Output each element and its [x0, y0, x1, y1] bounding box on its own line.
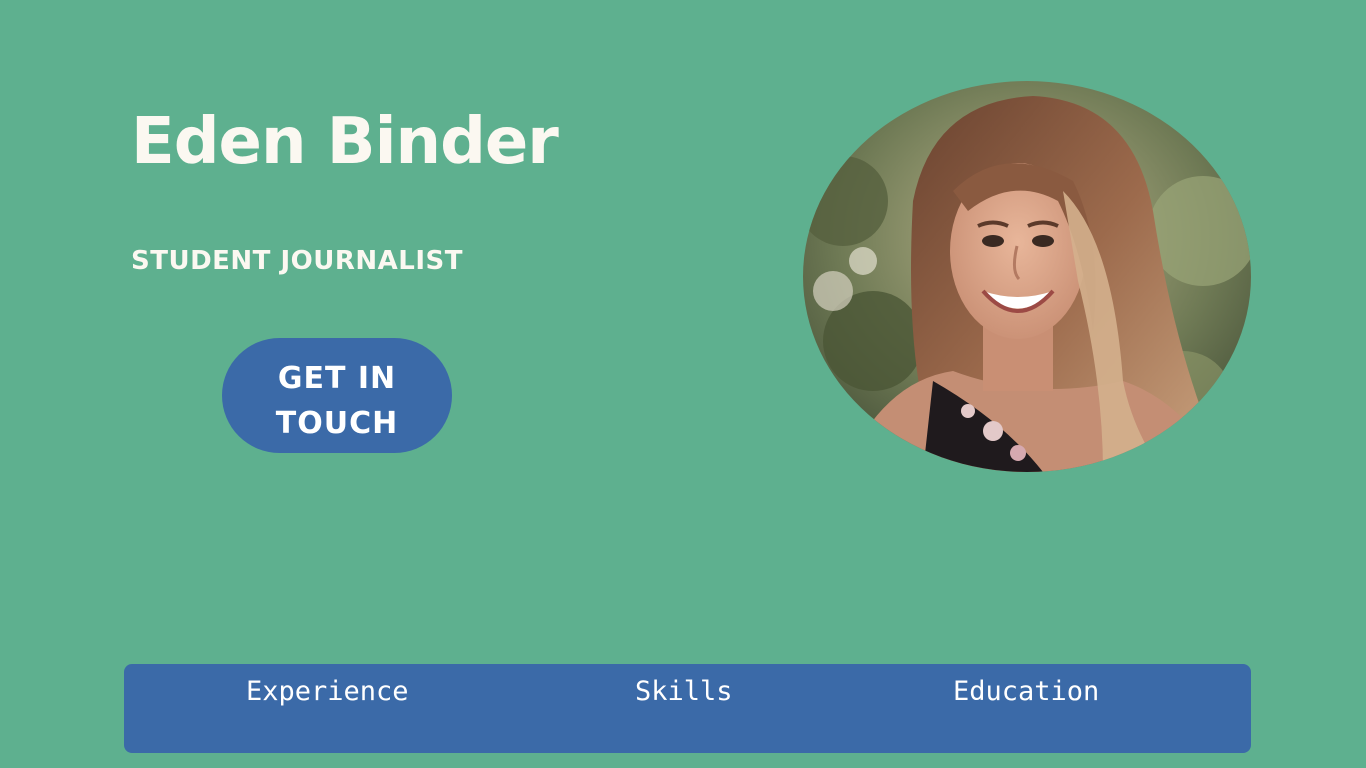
job-title: STUDENT JOURNALIST: [131, 246, 463, 276]
page-title: Eden Binder: [131, 105, 559, 179]
profile-photo: [803, 81, 1251, 472]
nav-link-experience[interactable]: Experience: [246, 674, 409, 710]
nav-link-skills[interactable]: Skills: [635, 674, 733, 710]
portrait-photo-icon: [803, 81, 1251, 472]
bottom-nav: Experience Skills Education: [124, 664, 1251, 753]
get-in-touch-button[interactable]: GET IN TOUCH: [222, 338, 452, 453]
nav-link-education[interactable]: Education: [953, 674, 1099, 710]
